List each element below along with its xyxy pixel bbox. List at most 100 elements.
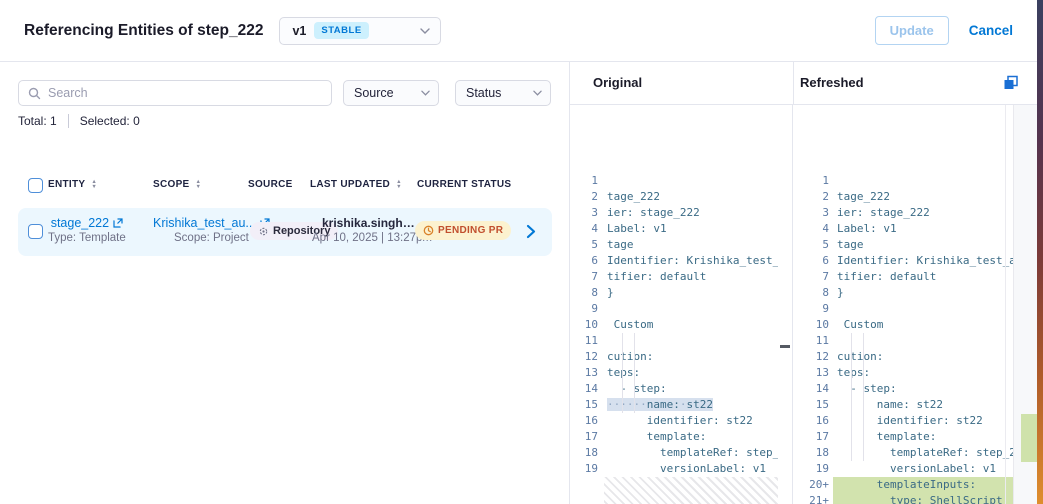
line-number: 5 [793, 237, 833, 253]
code-text: Custom [607, 317, 778, 333]
code-text [607, 333, 778, 349]
total-count: Total: 1 [18, 114, 57, 128]
code-line: 12cution: [570, 349, 792, 365]
modified-line-mark [780, 345, 790, 348]
code-text: ier: stage_222 [607, 205, 778, 221]
code-line: 4Label: v1 [570, 221, 792, 237]
line-number: 5 [570, 237, 604, 253]
original-editor[interactable]: 12tage_2223ier: stage_2224Label: v15 tage… [570, 105, 793, 504]
code-line: 11 [570, 333, 792, 349]
line-number: 14 [793, 381, 833, 397]
code-text: tage_222 [607, 189, 778, 205]
diff-header: Original Refreshed [570, 62, 1043, 105]
search-input[interactable] [48, 86, 331, 100]
line-number: 15 [570, 397, 604, 413]
original-title: Original [593, 75, 642, 90]
code-text: Identifier: Krishika_test_aut [837, 253, 1013, 269]
line-number: 20+ [793, 477, 833, 493]
copy-icon [1003, 75, 1019, 91]
column-current-status: CURRENT STATUS [417, 179, 511, 190]
line-number: 3 [570, 205, 604, 221]
code-text [607, 173, 778, 189]
code-text: tifier: default [607, 269, 778, 285]
line-number: 7 [793, 269, 833, 285]
code-text: tage [837, 237, 1013, 253]
line-number: 4 [793, 221, 833, 237]
refreshed-title: Refreshed [800, 75, 864, 90]
sort-icon[interactable]: ▲▼ [91, 180, 96, 190]
line-number: 16 [570, 413, 604, 429]
code-text: templateRef: step_222 [607, 445, 778, 461]
chevron-down-icon [420, 28, 430, 34]
source-filter-label: Source [354, 86, 394, 100]
table-header: ENTITY ▲▼ SCOPE ▲▼ SOURCE LAST UPDATED ▲… [18, 174, 552, 198]
line-number: 19 [570, 461, 604, 477]
line-number: 18 [793, 445, 833, 461]
line-number: 18 [570, 445, 604, 461]
line-number: 2 [570, 189, 604, 205]
sort-icon[interactable]: ▲▼ [196, 180, 201, 190]
status-filter-label: Status [466, 86, 501, 100]
line-number: 2 [793, 189, 833, 205]
added-lines-mark [1021, 414, 1038, 462]
line-number: 6 [793, 253, 833, 269]
code-text [607, 301, 778, 317]
code-text: template: [607, 429, 778, 445]
entity-name: stage_222 [51, 216, 109, 230]
code-text: ier: stage_222 [837, 205, 1013, 221]
chevron-right-icon[interactable] [526, 224, 536, 239]
line-number: 1 [570, 173, 604, 189]
entity-link[interactable]: stage_222 [51, 216, 123, 230]
sort-icon[interactable]: ▲▼ [396, 180, 401, 190]
line-number: 19 [793, 461, 833, 477]
line-number: 8 [570, 285, 604, 301]
column-last-updated: LAST UPDATED [310, 179, 390, 190]
code-line: 14 - step: [570, 381, 792, 397]
status-text: PENDING PR [438, 225, 503, 236]
code-line: 2tage_222 [570, 189, 792, 205]
refreshed-editor[interactable]: 12tage_2223ier: stage_2224Label: v15tage… [793, 105, 1043, 504]
table-row[interactable]: stage_222 Type: Template Krishika_test_a… [18, 208, 552, 256]
copy-button[interactable] [1003, 75, 1019, 94]
line-number: 10 [570, 317, 604, 333]
code-line: 18 templateRef: step_222 [570, 445, 792, 461]
cancel-button[interactable]: Cancel [969, 23, 1013, 38]
search-icon [28, 87, 41, 100]
status-filter-dropdown[interactable]: Status [455, 80, 551, 106]
code-line: 10 Custom [570, 317, 792, 333]
code-line: 6Identifier: Krishika_test_aut [570, 253, 792, 269]
code-text: Label: v1 [607, 221, 778, 237]
divider [793, 62, 794, 104]
divider [1005, 105, 1006, 504]
row-checkbox[interactable] [28, 224, 43, 239]
line-number: 9 [570, 301, 604, 317]
updated-by: krishika.singh@harnes... [322, 216, 422, 230]
diff-body: 12tage_2223ier: stage_2224Label: v15tage… [570, 105, 1043, 504]
code-text: teps: [607, 365, 778, 381]
version-select[interactable]: v1 STABLE [279, 17, 441, 45]
line-number: 4 [570, 221, 604, 237]
update-button[interactable]: Update [875, 16, 949, 45]
code-text: Label: v1 [837, 221, 1013, 237]
code-line: 19 versionLabel: v1 [570, 461, 792, 477]
scope-sub: Scope: Project [174, 232, 249, 244]
referencing-entities-modal: Referencing Entities of step_222 v1 STAB… [0, 0, 1043, 504]
code-line: 9 [570, 301, 792, 317]
code-text: identifier: st22 [607, 413, 778, 429]
scope-name: Krishika_test_au... [153, 216, 256, 230]
source-filter-dropdown[interactable]: Source [343, 80, 439, 106]
line-number: 7 [570, 269, 604, 285]
code-text: versionLabel: v1 [837, 461, 1013, 477]
line-number: 13 [793, 365, 833, 381]
select-all-checkbox[interactable] [28, 178, 43, 193]
code-text: - step: [607, 381, 778, 397]
line-number: 9 [793, 301, 833, 317]
line-number: 3 [793, 205, 833, 221]
code-text: templateInputs: [837, 477, 1013, 493]
line-number: 10 [793, 317, 833, 333]
code-text: Custom [837, 317, 1013, 333]
line-number: 12 [570, 349, 604, 365]
entities-pane: Source Status Total: 1 Selected: 0 ENTIT… [0, 62, 570, 504]
vertical-scrollbar[interactable] [1013, 105, 1037, 504]
line-number: 13 [570, 365, 604, 381]
